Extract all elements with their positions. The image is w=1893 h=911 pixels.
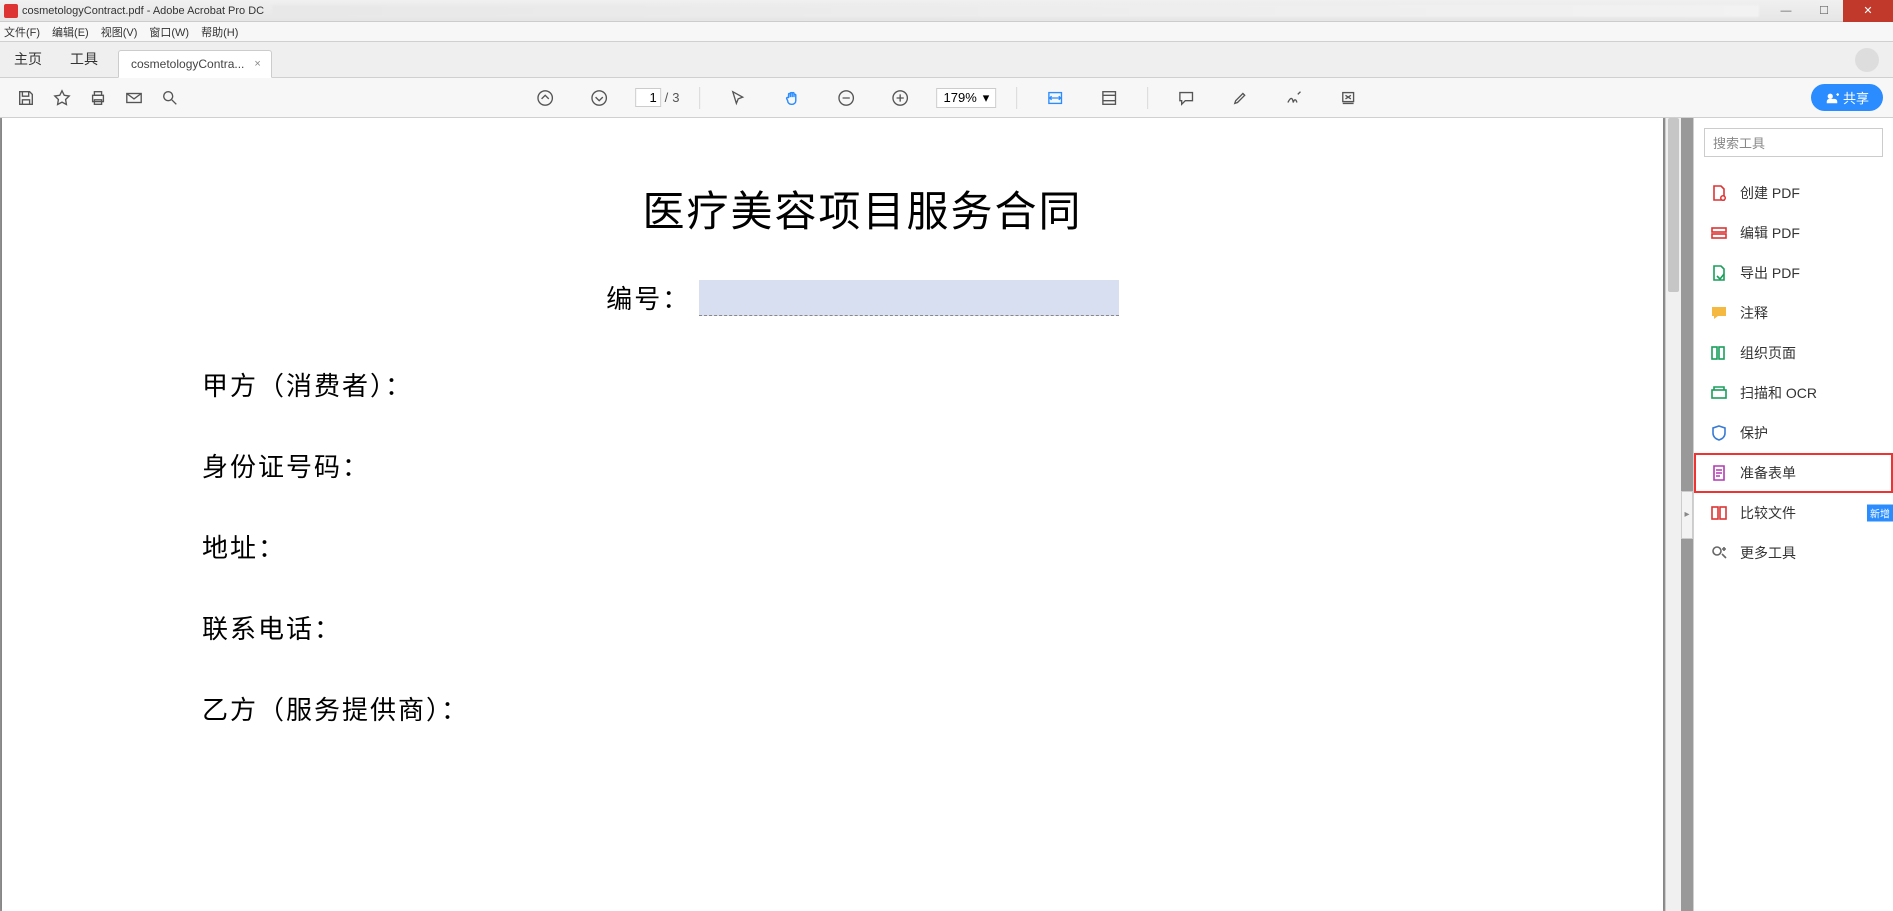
document-pane: 医疗美容项目服务合同 编号： 甲方（消费者）： 身份证号码： 地址： 联系电话：… (0, 118, 1693, 911)
menu-view[interactable]: 视图(V) (101, 24, 138, 40)
hand-tool-icon[interactable] (783, 88, 803, 108)
shield-icon (1710, 424, 1728, 442)
page-down-icon[interactable] (589, 88, 609, 108)
menu-edit[interactable]: 编辑(E) (52, 24, 89, 40)
page-current-input[interactable] (635, 88, 661, 107)
page-total: 3 (672, 90, 679, 105)
print-icon[interactable] (88, 88, 108, 108)
toolbar-separator (700, 87, 701, 109)
id-line: 身份证号码： (202, 447, 1523, 484)
export-pdf-icon (1710, 264, 1728, 282)
tab-home[interactable]: 主页 (0, 41, 56, 77)
tool-protect[interactable]: 保护 (1694, 413, 1893, 453)
ref-field[interactable] (699, 280, 1119, 316)
tool-edit-pdf[interactable]: 编辑 PDF (1694, 213, 1893, 253)
zoom-caret: ▾ (983, 90, 990, 106)
tab-bar: 主页 工具 cosmetologyContra... × (0, 42, 1893, 78)
tools-panel: 搜索工具 创建 PDF 编辑 PDF 导出 PDF 注释 组织页面 (1693, 118, 1893, 911)
ref-label: 编号： (606, 285, 690, 314)
tool-create-pdf[interactable]: 创建 PDF (1694, 173, 1893, 213)
tab-document-label: cosmetologyContra... (131, 57, 244, 71)
compare-icon (1710, 504, 1728, 522)
toolbar: / 3 179% ▾ 共享 (0, 78, 1893, 118)
menu-help[interactable]: 帮助(H) (201, 24, 238, 40)
tool-scan-ocr[interactable]: 扫描和 OCR (1694, 373, 1893, 413)
save-icon[interactable] (16, 88, 36, 108)
toolbar-separator (1147, 87, 1148, 109)
tool-export-pdf[interactable]: 导出 PDF (1694, 253, 1893, 293)
search-icon[interactable] (160, 88, 180, 108)
zoom-out-icon[interactable] (837, 88, 857, 108)
comment-icon[interactable] (1176, 88, 1196, 108)
tool-prepare-form[interactable]: 准备表单 (1694, 453, 1893, 493)
mail-icon[interactable] (124, 88, 144, 108)
tool-label: 更多工具 (1740, 543, 1796, 563)
tool-label: 编辑 PDF (1740, 223, 1800, 243)
fit-width-icon[interactable] (1045, 88, 1065, 108)
form-icon (1710, 464, 1728, 482)
document-ref-row: 编号： (202, 279, 1523, 316)
titlebar-blur (272, 5, 1759, 17)
tool-compare[interactable]: 比较文件 (1694, 493, 1893, 533)
zoom-value: 179% (944, 90, 977, 105)
menu-window[interactable]: 窗口(W) (149, 24, 189, 40)
tool-label: 注释 (1740, 303, 1768, 323)
party-b-line: 乙方（服务提供商）： (202, 690, 1523, 727)
highlight-icon[interactable] (1230, 88, 1250, 108)
menu-bar: 文件(F) 编辑(E) 视图(V) 窗口(W) 帮助(H) (0, 22, 1893, 42)
main-area: 医疗美容项目服务合同 编号： 甲方（消费者）： 身份证号码： 地址： 联系电话：… (0, 118, 1893, 911)
tool-organize[interactable]: 组织页面 (1694, 333, 1893, 373)
tab-close-button[interactable]: × (254, 58, 260, 70)
tools-search-input[interactable]: 搜索工具 (1704, 128, 1883, 157)
window-titlebar: cosmetologyContract.pdf - Adobe Acrobat … (0, 0, 1893, 22)
menu-file[interactable]: 文件(F) (4, 24, 40, 40)
select-tool-icon[interactable] (729, 88, 749, 108)
toolbar-separator (1016, 87, 1017, 109)
tool-label: 导出 PDF (1740, 263, 1800, 283)
zoom-in-icon[interactable] (891, 88, 911, 108)
tool-comment[interactable]: 注释 (1694, 293, 1893, 333)
organize-icon (1710, 344, 1728, 362)
document-page[interactable]: 医疗美容项目服务合同 编号： 甲方（消费者）： 身份证号码： 地址： 联系电话：… (2, 118, 1663, 911)
fit-page-icon[interactable] (1099, 88, 1119, 108)
zoom-select[interactable]: 179% ▾ (937, 88, 997, 108)
maximize-button[interactable]: ☐ (1805, 0, 1843, 22)
phone-line: 联系电话： (202, 609, 1523, 646)
tab-document[interactable]: cosmetologyContra... × (118, 50, 272, 78)
account-avatar[interactable] (1855, 48, 1879, 72)
tool-label: 创建 PDF (1740, 183, 1800, 203)
scan-icon (1710, 384, 1728, 402)
tool-more[interactable]: 更多工具 (1694, 533, 1893, 573)
scrollbar-thumb[interactable] (1668, 118, 1679, 292)
create-pdf-icon (1710, 184, 1728, 202)
tab-tools[interactable]: 工具 (56, 41, 112, 77)
edit-pdf-icon (1710, 224, 1728, 242)
share-label: 共享 (1843, 88, 1869, 107)
star-icon[interactable] (52, 88, 72, 108)
app-icon (4, 4, 18, 18)
new-badge: 新增 (1867, 505, 1893, 522)
page-sep: / (665, 90, 669, 105)
tool-label: 准备表单 (1740, 463, 1796, 483)
tool-label: 比较文件 (1740, 503, 1796, 523)
close-window-button[interactable]: ✕ (1843, 0, 1893, 22)
minimize-button[interactable]: — (1767, 0, 1805, 22)
page-up-icon[interactable] (535, 88, 555, 108)
panel-toggle[interactable]: ▸ (1681, 491, 1693, 539)
page-indicator: / 3 (635, 88, 680, 107)
party-a-line: 甲方（消费者）： (202, 366, 1523, 403)
stamp-icon[interactable] (1338, 88, 1358, 108)
sign-icon[interactable] (1284, 88, 1304, 108)
tool-label: 组织页面 (1740, 343, 1796, 363)
document-title: 医疗美容项目服务合同 (202, 178, 1523, 239)
window-title: cosmetologyContract.pdf - Adobe Acrobat … (22, 5, 264, 17)
more-tools-icon (1710, 544, 1728, 562)
address-line: 地址： (202, 528, 1523, 565)
tool-label: 保护 (1740, 423, 1768, 443)
tool-label: 扫描和 OCR (1740, 383, 1817, 403)
vertical-scrollbar[interactable] (1665, 118, 1681, 911)
comment-icon (1710, 304, 1728, 322)
share-button[interactable]: 共享 (1811, 84, 1883, 111)
